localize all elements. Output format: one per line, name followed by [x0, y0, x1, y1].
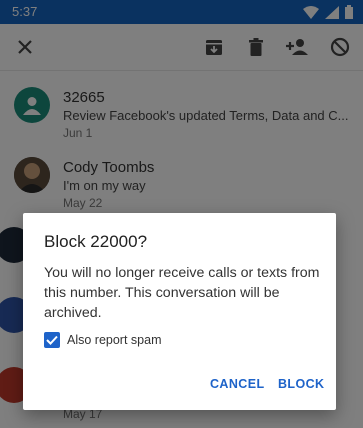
dialog-message: You will no longer receive calls or text…	[44, 265, 320, 321]
cancel-button[interactable]: CANCEL	[210, 377, 264, 391]
report-spam-label: Also report spam	[67, 333, 162, 347]
block-dialog: Block 22000? You will no longer receive …	[23, 213, 336, 410]
block-button[interactable]: BLOCK	[278, 377, 324, 391]
report-spam-checkbox[interactable]: Also report spam	[44, 332, 161, 348]
checkbox-checked-icon[interactable]	[44, 332, 60, 348]
dialog-title: Block 22000?	[44, 232, 148, 251]
